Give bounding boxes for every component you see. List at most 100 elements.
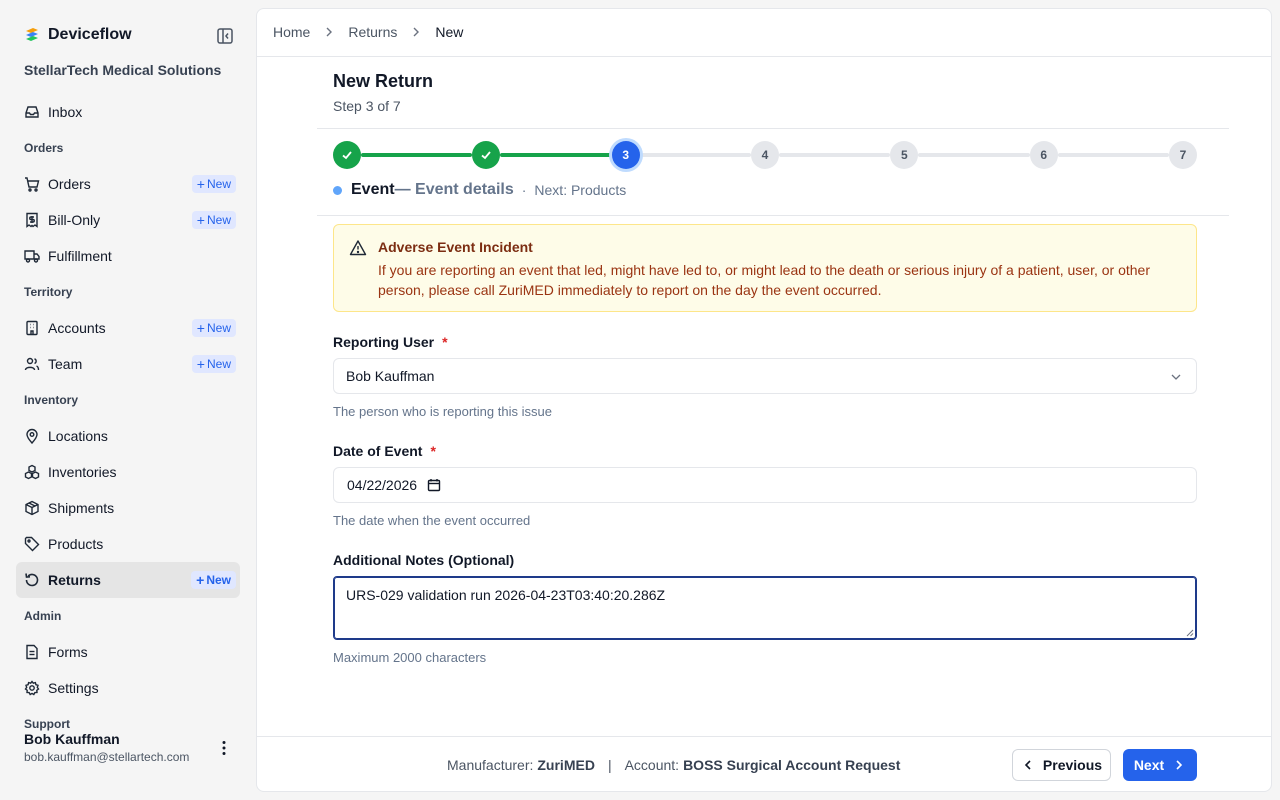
manufacturer-value: ZuriMED bbox=[537, 757, 595, 773]
current-step-dot bbox=[333, 185, 342, 195]
sidebar-item-inventories[interactable]: Inventories bbox=[16, 454, 240, 490]
gear-icon bbox=[24, 680, 40, 696]
next-label: Next bbox=[1133, 757, 1165, 773]
package-icon bbox=[25, 500, 39, 516]
chevron-down-icon bbox=[1171, 374, 1181, 380]
new-label: New bbox=[206, 321, 231, 335]
sidebar-item-label: Bill-Only bbox=[48, 212, 101, 228]
user-profile[interactable]: Bob Kauffman bob.kauffman@stellartech.co… bbox=[24, 731, 189, 764]
date-of-event-label: Date of Event * bbox=[333, 443, 436, 459]
chevron-right-icon bbox=[1176, 760, 1183, 770]
sidebar-item-shipments[interactable]: Shipments bbox=[16, 490, 240, 526]
building-icon bbox=[26, 320, 38, 336]
sidebar-item-label: Returns bbox=[48, 572, 101, 588]
new-label: New bbox=[206, 357, 231, 371]
main-panel: Home Returns New New Return Step 3 of 7 … bbox=[256, 8, 1272, 792]
divider bbox=[317, 128, 1229, 129]
required-mark: * bbox=[430, 443, 436, 459]
breadcrumb-home[interactable]: Home bbox=[273, 24, 310, 40]
new-account-button[interactable]: + New bbox=[191, 319, 236, 337]
step-2-complete[interactable] bbox=[472, 141, 501, 169]
sidebar-collapse-icon[interactable] bbox=[216, 27, 234, 45]
field-label-text: Date of Event bbox=[333, 443, 423, 459]
select-value: Bob Kauffman bbox=[346, 368, 435, 384]
chevron-right-icon bbox=[326, 27, 333, 37]
page-title: New Return bbox=[333, 71, 434, 91]
new-label: New bbox=[206, 573, 231, 587]
nav-section-orders: Orders bbox=[24, 141, 64, 155]
brand[interactable]: Deviceflow bbox=[24, 26, 132, 44]
sidebar-item-orders[interactable]: Orders + New bbox=[16, 166, 240, 202]
step-5-pending: 5 bbox=[890, 141, 919, 169]
next-step-label: Next: Products bbox=[534, 182, 627, 198]
new-return-button[interactable]: + New bbox=[191, 571, 236, 589]
sidebar-item-label: Products bbox=[48, 536, 104, 552]
inbox-icon bbox=[25, 106, 39, 118]
sidebar-item-forms[interactable]: Forms bbox=[16, 634, 240, 670]
sidebar-item-label: Accounts bbox=[48, 320, 106, 336]
step-description: — Event details bbox=[394, 181, 514, 198]
reporting-user-select[interactable]: Bob Kauffman bbox=[333, 358, 1197, 394]
plus-icon: + bbox=[196, 320, 205, 336]
breadcrumb: Home Returns New bbox=[273, 24, 463, 40]
user-name: Bob Kauffman bbox=[24, 731, 120, 747]
sidebar-item-accounts[interactable]: Accounts + New bbox=[16, 310, 240, 346]
adverse-event-alert: Adverse Event Incident If you are report… bbox=[333, 224, 1197, 312]
notes-value: URS-029 validation run 2026-04-23T03:40:… bbox=[346, 587, 666, 603]
breadcrumb-returns[interactable]: Returns bbox=[348, 24, 397, 40]
plus-icon: + bbox=[196, 212, 205, 228]
nav-section-inventory: Inventory bbox=[24, 393, 79, 407]
resize-handle-icon[interactable] bbox=[1186, 629, 1194, 637]
nav-section-admin: Admin bbox=[24, 609, 62, 623]
sidebar: Deviceflow StellarTech Medical Solutions… bbox=[0, 0, 256, 800]
new-order-button[interactable]: + New bbox=[191, 175, 236, 193]
sidebar-item-team[interactable]: Team + New bbox=[16, 346, 240, 382]
new-bill-only-button[interactable]: + New bbox=[191, 211, 236, 229]
date-of-event-help: The date when the event occurred bbox=[333, 513, 531, 528]
sidebar-item-products[interactable]: Products bbox=[16, 526, 240, 562]
date-value: 04/22/2026 bbox=[347, 477, 418, 493]
new-label: New bbox=[206, 177, 231, 191]
previous-button[interactable]: Previous bbox=[1012, 749, 1111, 781]
sidebar-item-fulfillment[interactable]: Fulfillment bbox=[16, 238, 240, 274]
org-name: StellarTech Medical Solutions bbox=[24, 62, 222, 78]
step-caption: Event — Event details · Next: Products bbox=[333, 181, 626, 199]
step-7-pending: 7 bbox=[1169, 141, 1197, 169]
sidebar-item-returns[interactable]: Returns + New bbox=[16, 562, 240, 598]
new-team-button[interactable]: + New bbox=[191, 355, 236, 373]
sidebar-item-label: Locations bbox=[48, 428, 108, 444]
tag-icon bbox=[24, 536, 40, 552]
step-3-current[interactable]: 3 bbox=[611, 141, 640, 169]
step-1-complete[interactable] bbox=[333, 141, 361, 169]
more-vertical-icon[interactable] bbox=[214, 738, 234, 758]
stepper: 3 4 5 6 7 bbox=[333, 140, 1197, 170]
warning-triangle-icon bbox=[349, 240, 367, 256]
sidebar-item-inbox[interactable]: Inbox bbox=[16, 94, 240, 130]
footer-separator: | bbox=[607, 757, 612, 773]
sidebar-item-label: Inventories bbox=[48, 464, 117, 480]
date-of-event-input[interactable]: 04/22/2026 bbox=[333, 467, 1197, 503]
page-step: Step 3 of 7 bbox=[333, 98, 401, 114]
sidebar-item-label: Orders bbox=[48, 176, 91, 192]
reporting-user-label: Reporting User * bbox=[333, 334, 448, 350]
brand-name: Deviceflow bbox=[48, 26, 132, 43]
check-icon bbox=[342, 151, 352, 160]
receipt-icon bbox=[26, 212, 38, 228]
divider bbox=[317, 215, 1229, 216]
calendar-icon[interactable] bbox=[427, 478, 441, 492]
sidebar-item-bill-only[interactable]: Bill-Only + New bbox=[16, 202, 240, 238]
deviceflow-logo-icon bbox=[26, 28, 38, 41]
plus-icon: + bbox=[196, 356, 205, 372]
sidebar-item-settings[interactable]: Settings bbox=[16, 670, 240, 706]
account-value: BOSS Surgical Account Request bbox=[683, 757, 901, 773]
notes-textarea[interactable]: URS-029 validation run 2026-04-23T03:40:… bbox=[333, 576, 1197, 640]
stepper-connector bbox=[500, 153, 612, 157]
sidebar-item-label: Forms bbox=[48, 644, 88, 660]
cart-icon bbox=[25, 177, 40, 192]
stepper-connector bbox=[639, 153, 751, 157]
previous-label: Previous bbox=[1042, 757, 1103, 773]
sidebar-item-locations[interactable]: Locations bbox=[16, 418, 240, 454]
truck-icon bbox=[24, 250, 40, 263]
next-button[interactable]: Next bbox=[1123, 749, 1197, 781]
sidebar-item-label: Team bbox=[48, 356, 83, 372]
